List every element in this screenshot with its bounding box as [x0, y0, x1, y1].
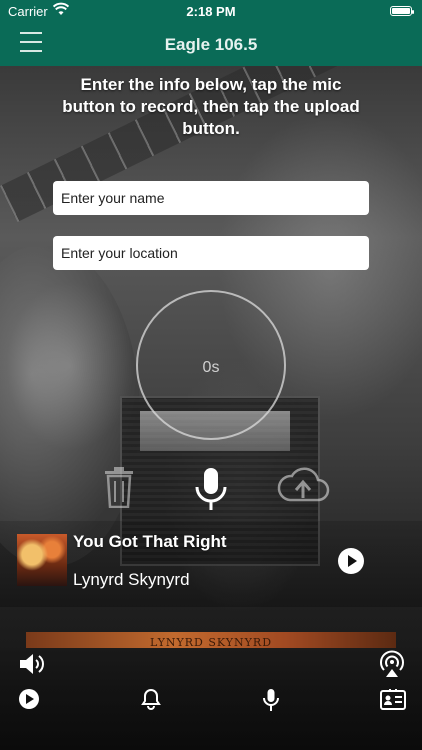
app-header: Carrier 2:18 PM Eagle 106.5 — [0, 0, 422, 66]
recording-timer-ring: 0s — [136, 290, 286, 440]
bell-icon[interactable] — [141, 688, 161, 710]
battery-icon — [390, 6, 414, 16]
status-time: 2:18 PM — [186, 4, 236, 19]
speaker-icon[interactable] — [18, 651, 46, 677]
album-banner: LYNYRD SKYNYRD — [26, 632, 396, 648]
app-root: Carrier 2:18 PM Eagle 106.5 Enter the in… — [0, 0, 422, 750]
status-bar: Carrier 2:18 PM — [0, 0, 422, 22]
recording-instructions: Enter the info below, tap the mic button… — [62, 75, 360, 138]
song-title: You Got That Right — [73, 532, 227, 551]
airplay-icon[interactable] — [378, 650, 406, 678]
play-song-button[interactable] — [338, 548, 364, 574]
album-banner-text: LYNYRD SKYNYRD — [149, 636, 273, 648]
cloud-upload-icon[interactable] — [276, 466, 330, 506]
now-playing-bar: You Got That Right Lynyrd Skynyrd — [0, 521, 422, 607]
station-title: Eagle 106.5 — [164, 35, 258, 54]
contact-card-icon[interactable] — [380, 688, 406, 710]
album-art — [17, 534, 67, 586]
trash-icon[interactable] — [103, 466, 135, 508]
play-circle-icon[interactable] — [18, 688, 40, 710]
name-input[interactable] — [53, 181, 369, 215]
location-input[interactable] — [53, 236, 369, 270]
guitar-body-shape — [0, 246, 140, 566]
recording-controls — [0, 466, 422, 516]
song-artist: Lynyrd Skynyrd — [73, 570, 190, 589]
bottom-toolbar — [0, 648, 422, 750]
recording-timer: 0s — [202, 359, 220, 376]
microphone-tab-icon[interactable] — [262, 688, 280, 712]
record-microphone-icon[interactable] — [192, 466, 230, 512]
